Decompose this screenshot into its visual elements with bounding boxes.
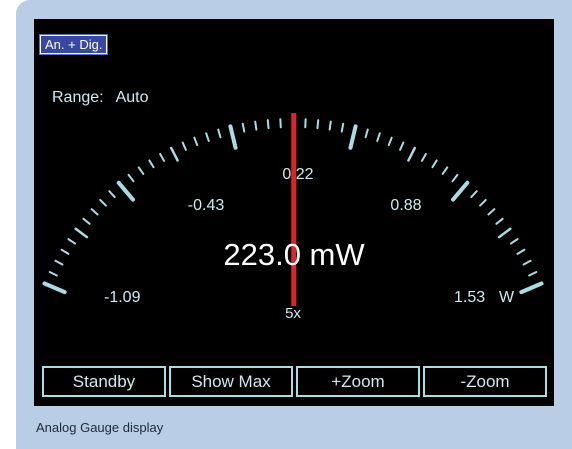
gauge-tick (108, 190, 116, 199)
gauge-tick (266, 119, 270, 130)
gauge-tick (399, 141, 405, 151)
gauge-tick (159, 152, 166, 162)
digital-reading: 223.0 mW (223, 237, 365, 272)
gauge-tick (42, 281, 67, 295)
gauge-tick (407, 146, 416, 162)
gauge-tick (479, 198, 487, 207)
gauge-tick (451, 173, 459, 183)
gauge-tick (340, 122, 345, 133)
analog-gauge: -1.09 -0.43 0.22 0.88 1.53 W 5x (42, 113, 544, 322)
show-max-button[interactable]: Show Max (169, 366, 293, 397)
figure-caption: Analog Gauge display (36, 420, 164, 435)
gauge-tick (328, 120, 332, 131)
gauge-unit-label: W (499, 289, 515, 306)
zoom-in-button[interactable]: +Zoom (296, 366, 420, 397)
gauge-tick (205, 132, 210, 142)
gauge-tick (519, 281, 544, 295)
gauge-tick (348, 124, 358, 150)
gauge-scale-label: 0.88 (390, 197, 421, 214)
gauge-tick (497, 227, 512, 239)
gauge-tick (495, 217, 504, 225)
gauge-tick (364, 128, 369, 139)
gauge-tick (217, 128, 222, 139)
gauge-tick (127, 173, 135, 183)
gauge-scale-label: -1.09 (104, 289, 141, 306)
gauge-tick (451, 180, 470, 202)
gauge-tick (470, 190, 478, 199)
gauge-tick (82, 217, 91, 225)
gauge-tick (431, 159, 438, 169)
gauge-tick (170, 146, 179, 162)
gauge-scale-label: -0.43 (188, 197, 225, 214)
gauge-tick (228, 124, 238, 150)
gauge-tick (387, 136, 393, 147)
zoom-out-button[interactable]: -Zoom (423, 366, 547, 397)
gauge-tick (254, 120, 258, 131)
gauge-tick (90, 208, 99, 216)
gauge-scale-label: 0.22 (282, 166, 313, 183)
instrument-screen: An. + Dig. Range: Auto -1.09 -0.43 0.22 0.88… (34, 19, 554, 406)
zoom-factor-label: 5x (285, 305, 301, 322)
gauge-scale-labels: -1.09 -0.43 0.22 0.88 1.53 W (104, 166, 515, 306)
gauge-tick (181, 141, 187, 151)
gauge-tick (316, 119, 320, 130)
gauge-tick (376, 132, 381, 142)
standby-button[interactable]: Standby (42, 366, 166, 397)
gauge-tick (241, 122, 246, 133)
gauge-tick (116, 180, 135, 202)
gauge-tick (441, 166, 449, 175)
gauge-tick (487, 208, 496, 216)
gauge-tick (193, 136, 199, 147)
softkey-bar: Standby Show Max +Zoom -Zoom (42, 366, 547, 397)
gauge-tick (148, 159, 155, 169)
gauge-scale-label: 1.53 (454, 289, 485, 306)
gauge-tick (420, 152, 427, 162)
gauge-tick (74, 227, 89, 239)
gauge-tick (99, 198, 107, 207)
gauge-tick (137, 166, 145, 175)
